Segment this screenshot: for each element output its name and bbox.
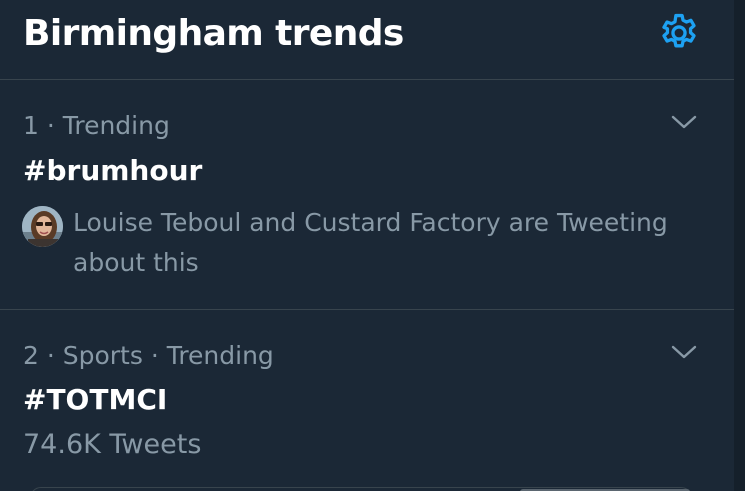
trend-meta: 1 · Trending xyxy=(23,111,170,140)
avatar xyxy=(22,206,63,247)
trend-item[interactable]: 1 · Trending #brumhour Louise Teboul and… xyxy=(0,80,734,310)
trend-meta: 2 · Sports · Trending xyxy=(23,341,274,370)
tweet-count: 74.6K Tweets xyxy=(23,429,202,460)
trend-name[interactable]: #brumhour xyxy=(23,153,202,189)
trends-panel: Birmingham trends 1 · Trending #brumhour xyxy=(0,0,734,491)
settings-button[interactable] xyxy=(654,8,704,58)
trend-name[interactable]: #TOTMCI xyxy=(23,382,167,418)
chevron-down-icon xyxy=(671,345,697,359)
page-title: Birmingham trends xyxy=(23,13,404,54)
trend-item[interactable]: 2 · Sports · Trending #TOTMCI 74.6K Twee… xyxy=(0,310,734,491)
gear-icon xyxy=(662,13,696,48)
chevron-down-icon xyxy=(671,115,697,129)
scrollbar-track[interactable] xyxy=(734,0,745,491)
trends-header: Birmingham trends xyxy=(0,0,734,80)
social-context-text: Louise Teboul and Custard Factory are Tw… xyxy=(73,208,668,277)
trend-menu-button[interactable] xyxy=(660,104,708,140)
trend-menu-button[interactable] xyxy=(660,334,708,370)
